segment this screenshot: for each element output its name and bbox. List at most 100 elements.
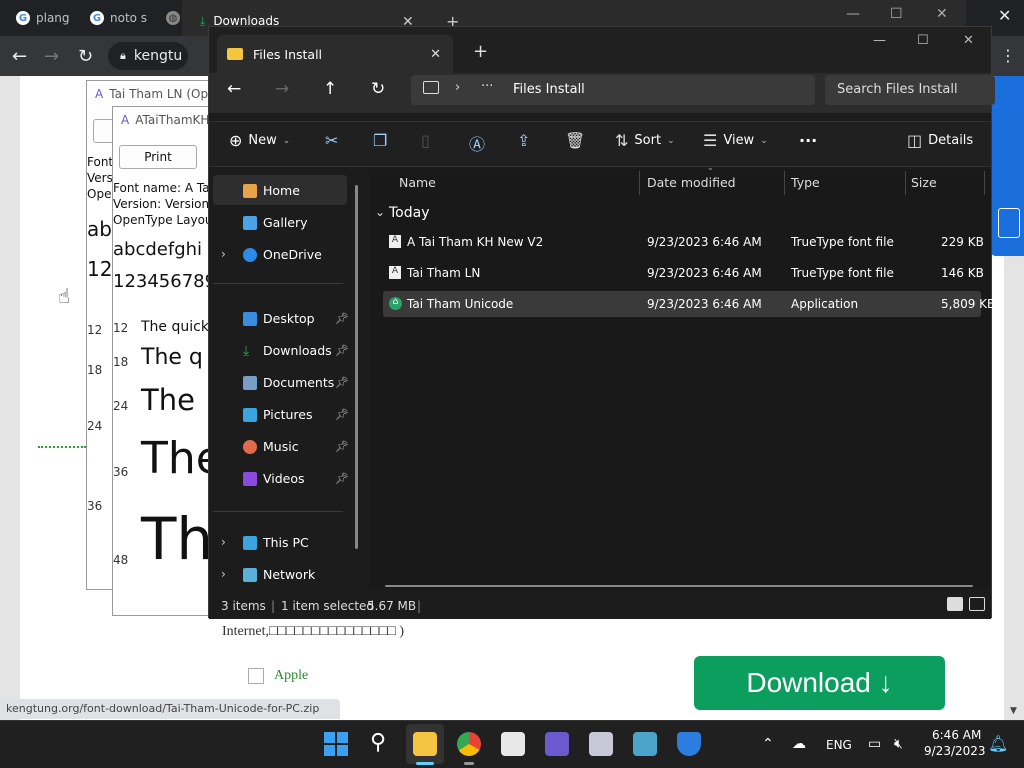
font-viewer-alt-icon[interactable] (589, 732, 613, 756)
pin-icon[interactable]: 📌︎ (335, 408, 349, 421)
pictures-icon (243, 407, 257, 422)
column-header-type[interactable]: Type (791, 175, 820, 190)
close-icon[interactable]: ✕ (936, 6, 948, 22)
side-panel[interactable] (990, 76, 1024, 256)
installer-icon[interactable] (633, 732, 657, 756)
sidebar-item-videos[interactable]: Videos (243, 471, 305, 486)
maximize-icon[interactable]: ☐ (917, 33, 929, 48)
pin-icon[interactable]: 📌︎ (335, 312, 349, 325)
minimize-icon[interactable]: — (873, 33, 886, 48)
forward-icon[interactable]: → (275, 79, 289, 99)
refresh-icon[interactable]: ↻ (371, 79, 385, 99)
language-indicator[interactable]: ENG (826, 738, 852, 752)
rename-button[interactable]: Ⓐ (469, 131, 485, 155)
back-icon[interactable]: ← (12, 46, 27, 67)
column-header-size[interactable]: Size (911, 175, 937, 190)
more-icon[interactable]: ··· (481, 79, 493, 94)
cut-button[interactable]: ✂ (325, 131, 338, 150)
up-icon[interactable]: ↑ (323, 79, 337, 99)
explorer-tab[interactable]: Files Install ✕ (217, 35, 453, 73)
pin-icon[interactable]: 📌︎ (335, 376, 349, 389)
gallery-icon (243, 215, 257, 230)
expand-chevron-icon[interactable]: › (221, 567, 226, 581)
sidebar-scrollbar[interactable] (355, 185, 358, 549)
navigation-pane: Home Gallery › OneDrive Desktop 📌︎ ⤓ Down… (209, 169, 367, 587)
new-tab-icon[interactable]: + (473, 41, 488, 62)
sort-button[interactable]: ⇅ Sort ⌄ (615, 131, 675, 150)
group-header-today[interactable]: Today (389, 205, 430, 221)
expand-chevron-icon[interactable]: › (221, 247, 226, 261)
font-file-icon: A (389, 235, 401, 248)
sidebar-item-pictures[interactable]: Pictures (243, 407, 313, 422)
cloud-icon (243, 247, 257, 262)
computer-icon (243, 535, 257, 550)
column-header-date[interactable]: Date modified (647, 175, 736, 190)
chrome-tab-2[interactable]: G noto s (90, 6, 147, 30)
sidebar-item-desktop[interactable]: Desktop (243, 311, 315, 326)
file-row[interactable]: A Tai Tham LN 9/23/2023 6:46 AM TrueType… (383, 260, 984, 286)
volume-muted-icon[interactable]: 🔇︎ (894, 736, 903, 752)
google-icon: G (90, 11, 104, 25)
clock-time[interactable]: 6:46 AM (932, 728, 981, 742)
tiles-view-icon[interactable] (969, 597, 985, 611)
font-viewer-icon[interactable] (545, 732, 569, 756)
download-button[interactable]: Download ↓ (694, 656, 945, 710)
details-button[interactable]: ◫ Details (907, 131, 973, 150)
sidebar-item-downloads[interactable]: ⤓ Downloads (243, 343, 332, 358)
file-row-selected[interactable]: ⌂ Tai Tham Unicode 9/23/2023 6:46 AM App… (383, 291, 995, 317)
more-options-button[interactable]: ··· (799, 131, 817, 150)
notification-bell-icon[interactable]: 🔔︎ (988, 734, 1008, 753)
sidebar-item-documents[interactable]: Documents (243, 375, 334, 390)
sidebar-item-network[interactable]: Network (243, 567, 315, 582)
sidebar-item-gallery[interactable]: Gallery (243, 215, 308, 230)
sidebar-item-onedrive[interactable]: OneDrive (243, 247, 322, 262)
pin-icon[interactable]: 📌︎ (335, 472, 349, 485)
close-icon[interactable]: ✕ (963, 33, 974, 48)
view-button[interactable]: ☰ View ⌄ (703, 131, 768, 150)
column-header-name[interactable]: Name (399, 175, 436, 190)
sidebar-item-music[interactable]: Music (243, 439, 299, 454)
minimize-icon[interactable]: — (846, 6, 860, 22)
horizontal-scrollbar[interactable] (385, 585, 973, 587)
chrome-icon[interactable] (457, 732, 481, 756)
reload-icon[interactable]: ↻ (78, 46, 93, 67)
address-bar[interactable]: › ··· Files Install (411, 75, 815, 105)
print-button[interactable]: Print (119, 145, 197, 169)
onedrive-tray-icon[interactable]: ☁ (792, 736, 806, 752)
details-view-icon[interactable] (947, 597, 963, 611)
file-explorer-window[interactable]: Files Install ✕ + — ☐ ✕ ← → ↑ ↻ › ··· Fi… (208, 26, 995, 619)
search-input[interactable]: Search Files Install (825, 75, 995, 105)
back-icon[interactable]: ← (227, 79, 241, 99)
pin-icon[interactable]: 📌︎ (335, 344, 349, 357)
share-button[interactable]: ⇪ (517, 131, 530, 150)
security-shield-icon[interactable] (677, 732, 701, 756)
file-explorer-icon[interactable] (413, 732, 437, 756)
notepad-icon[interactable] (501, 732, 525, 756)
sidebar-item-this-pc[interactable]: This PC (243, 535, 309, 550)
url-bar[interactable]: 🔒︎ kengtu (108, 42, 188, 70)
chrome-menu-icon[interactable]: ⋮ (1000, 46, 1016, 65)
start-button[interactable] (324, 732, 348, 756)
close-tab-icon[interactable]: ✕ (430, 47, 441, 62)
copy-button[interactable]: ❐ (373, 131, 387, 150)
new-button[interactable]: ⊕ New ⌄ (229, 131, 290, 150)
file-row[interactable]: A A Tai Tham KH New V2 9/23/2023 6:46 AM… (383, 229, 984, 255)
sidebar-item-home[interactable]: Home (243, 183, 300, 198)
display-icon[interactable]: ▭ (868, 736, 881, 752)
maximize-icon[interactable]: ☐ (890, 6, 903, 22)
chrome-tab-1[interactable]: G plang (16, 6, 70, 30)
group-collapse-icon[interactable]: ⌄ (375, 205, 385, 219)
chrome-close-icon[interactable]: ✕ (998, 6, 1011, 25)
paste-button[interactable]: ▯ (421, 131, 430, 150)
search-icon[interactable]: ⚲ (370, 730, 386, 755)
chrome-tab-3[interactable]: ◍ (166, 6, 180, 30)
scroll-down-icon[interactable]: ▼ (1010, 706, 1017, 716)
clock-date[interactable]: 9/23/2023 (924, 744, 986, 758)
delete-button[interactable]: 🗑︎ (565, 131, 585, 150)
music-icon (243, 439, 257, 454)
forward-icon[interactable]: → (44, 46, 59, 67)
expand-chevron-icon[interactable]: › (221, 535, 226, 549)
dotted-line (38, 446, 86, 448)
pin-icon[interactable]: 📌︎ (335, 440, 349, 453)
tray-chevron-up-icon[interactable]: ⌃ (762, 736, 774, 752)
